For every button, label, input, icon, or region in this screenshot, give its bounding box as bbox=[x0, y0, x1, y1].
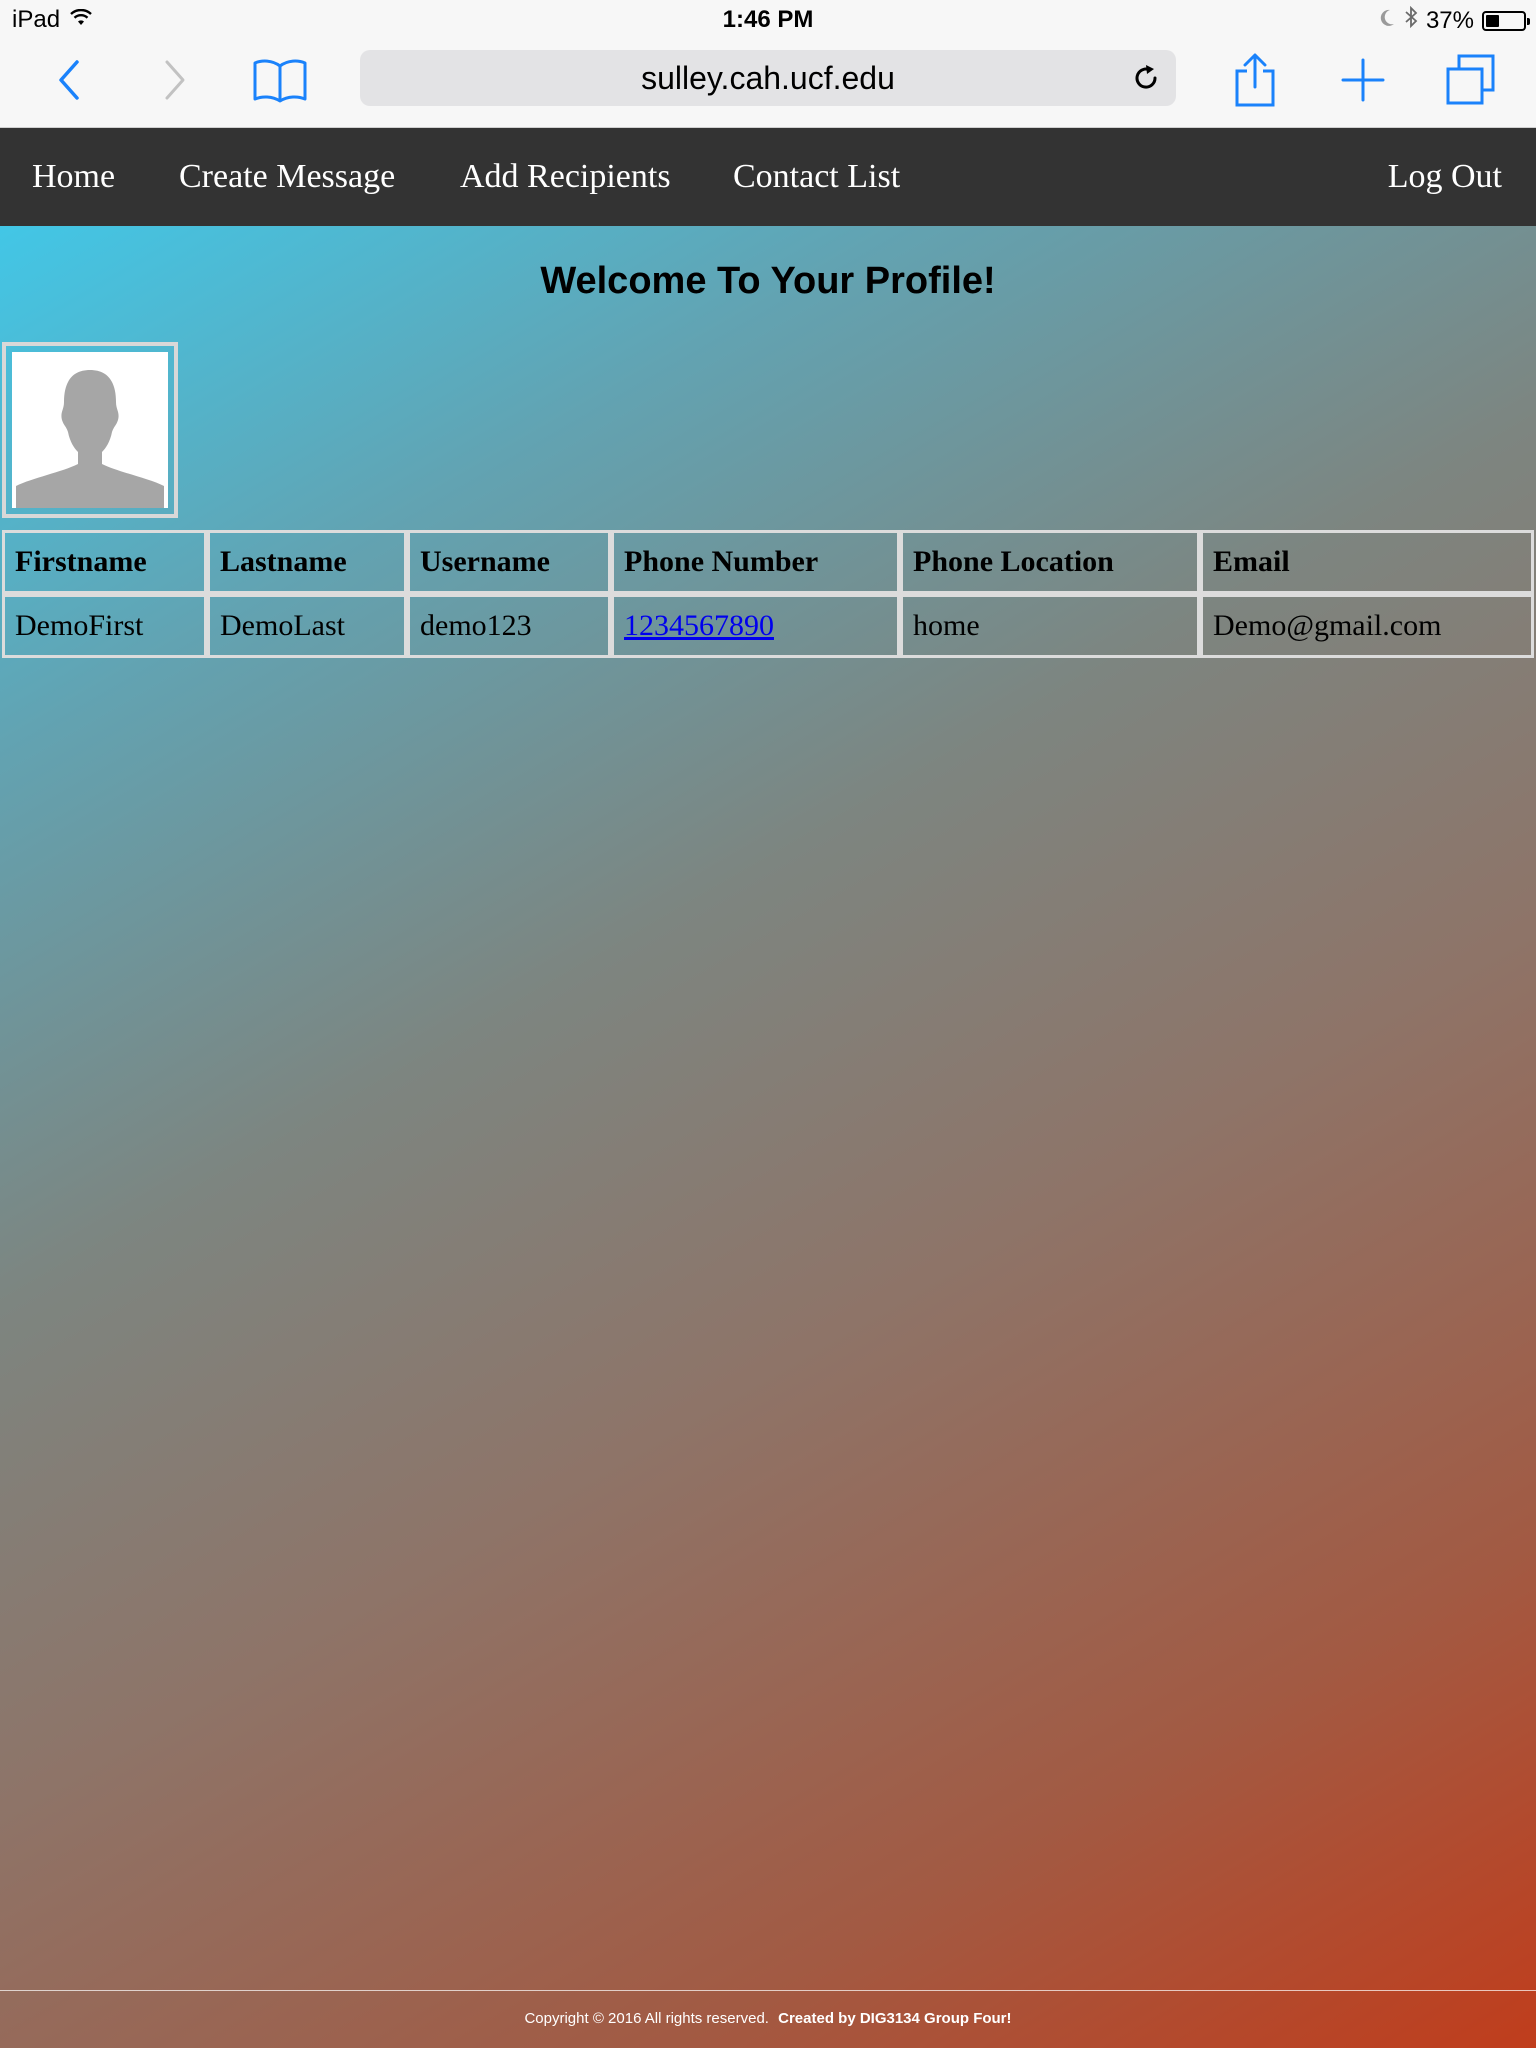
tabs-button[interactable] bbox=[1436, 40, 1506, 120]
nav-contact-list[interactable]: Contact List bbox=[733, 128, 900, 226]
header-username: Username bbox=[407, 530, 611, 594]
table-row: DemoFirst DemoLast demo123 1234567890 ho… bbox=[2, 594, 1534, 658]
chevron-right-icon bbox=[165, 60, 185, 100]
book-icon bbox=[253, 59, 307, 103]
nav-home[interactable]: Home bbox=[32, 128, 115, 226]
person-silhouette-icon bbox=[16, 370, 164, 508]
cell-firstname: DemoFirst bbox=[2, 594, 207, 658]
new-tab-button[interactable] bbox=[1328, 40, 1398, 120]
cell-phone-number: 1234567890 bbox=[611, 594, 900, 658]
cell-phone-location: home bbox=[900, 594, 1200, 658]
url-text: sulley.cah.ucf.edu bbox=[641, 59, 895, 96]
plus-icon bbox=[1341, 58, 1385, 102]
bookmarks-button[interactable] bbox=[245, 40, 315, 120]
cell-username: demo123 bbox=[407, 594, 611, 658]
battery-fill bbox=[1486, 14, 1499, 27]
bluetooth-icon bbox=[1404, 5, 1418, 35]
battery-percent: 37% bbox=[1425, 6, 1474, 34]
address-bar[interactable]: sulley.cah.ucf.edu bbox=[360, 50, 1176, 106]
nav-log-out[interactable]: Log Out bbox=[1388, 128, 1502, 226]
phone-link[interactable]: 1234567890 bbox=[624, 609, 774, 642]
footer-divider bbox=[0, 1990, 1536, 1991]
status-right: 37% bbox=[1378, 5, 1530, 35]
footer-copyright: Copyright © 2016 All rights reserved. bbox=[524, 2010, 769, 2027]
cell-lastname: DemoLast bbox=[207, 594, 407, 658]
header-phone-location: Phone Location bbox=[900, 530, 1200, 594]
share-button[interactable] bbox=[1220, 40, 1290, 120]
battery-icon bbox=[1482, 10, 1530, 31]
reload-button[interactable] bbox=[1130, 62, 1162, 94]
back-button[interactable] bbox=[34, 40, 104, 120]
avatar bbox=[2, 342, 178, 518]
table-header-row: Firstname Lastname Username Phone Number… bbox=[2, 530, 1534, 594]
reload-icon bbox=[1135, 65, 1157, 89]
nav-create-message[interactable]: Create Message bbox=[179, 128, 395, 226]
header-phone-number: Phone Number bbox=[611, 530, 900, 594]
avatar-image bbox=[12, 352, 168, 508]
profile-table: Firstname Lastname Username Phone Number… bbox=[2, 530, 1534, 658]
tabs-icon bbox=[1446, 54, 1495, 105]
header-email: Email bbox=[1200, 530, 1534, 594]
nav-add-recipients[interactable]: Add Recipients bbox=[460, 128, 671, 226]
forward-button[interactable] bbox=[140, 40, 210, 120]
moon-icon bbox=[1378, 7, 1396, 35]
page-content: Home Create Message Add Recipients Conta… bbox=[0, 128, 1536, 2048]
browser-toolbar: sulley.cah.ucf.edu bbox=[0, 40, 1536, 128]
site-nav: Home Create Message Add Recipients Conta… bbox=[0, 128, 1536, 226]
status-bar: iPad 1:46 PM 37% bbox=[0, 0, 1536, 40]
cell-email: Demo@gmail.com bbox=[1200, 594, 1534, 658]
footer-credit: Created by DIG3134 Group Four! bbox=[778, 2010, 1012, 2027]
footer: Copyright © 2016 All rights reserved. Cr… bbox=[0, 2010, 1536, 2027]
page-title: Welcome To Your Profile! bbox=[540, 260, 996, 302]
chevron-left-icon bbox=[59, 60, 79, 100]
share-icon bbox=[1235, 53, 1275, 107]
status-time: 1:46 PM bbox=[722, 6, 814, 33]
header-firstname: Firstname bbox=[2, 530, 207, 594]
header-lastname: Lastname bbox=[207, 530, 407, 594]
